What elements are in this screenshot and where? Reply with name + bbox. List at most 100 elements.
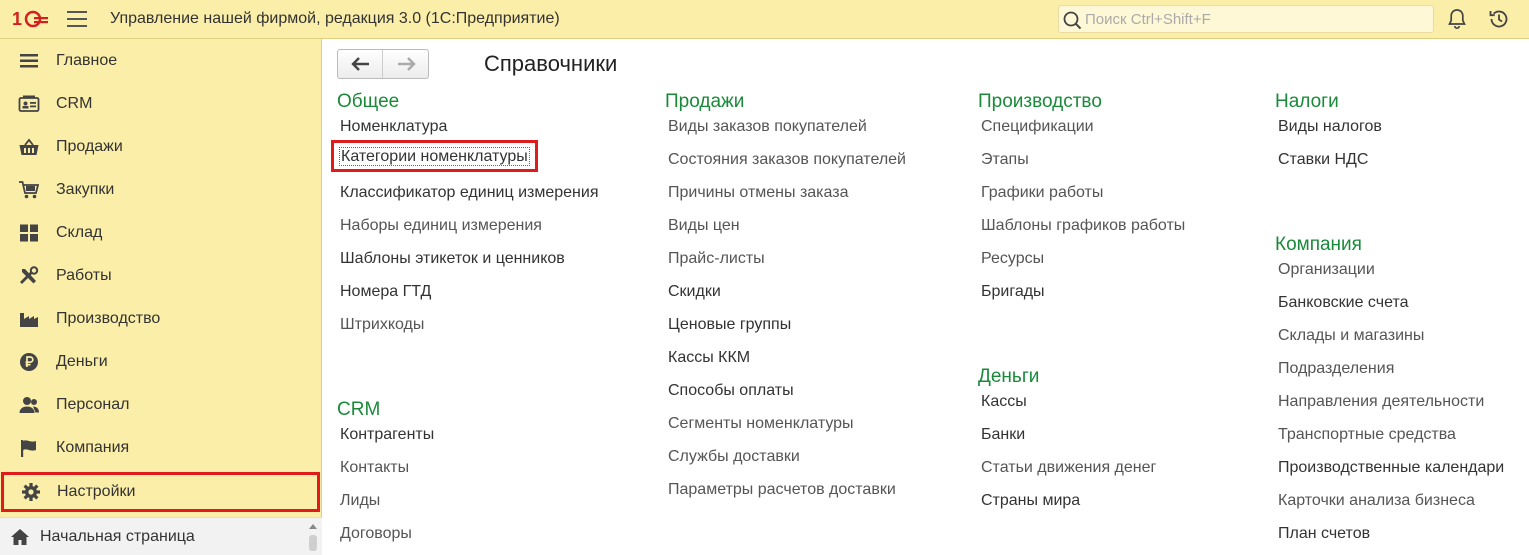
link-order-states[interactable]: Состояния заказов покупателей bbox=[668, 151, 906, 169]
link-order-types[interactable]: Виды заказов покупателей bbox=[668, 118, 867, 136]
sidebar-item-sales[interactable]: Продажи bbox=[0, 127, 322, 167]
scroll-up-icon[interactable] bbox=[309, 524, 317, 529]
sidebar-item-label: Компания bbox=[56, 439, 130, 456]
menu-icon[interactable] bbox=[67, 11, 87, 27]
svg-text:1: 1 bbox=[12, 9, 22, 29]
link-price-lists[interactable]: Прайс-листы bbox=[668, 250, 765, 268]
link-specifications[interactable]: Спецификации bbox=[981, 118, 1094, 136]
section-title-general: Общее bbox=[337, 91, 400, 112]
sidebar-item-label: Главное bbox=[56, 52, 118, 69]
link-cancel-reasons[interactable]: Причины отмены заказа bbox=[668, 184, 848, 202]
link-discounts[interactable]: Скидки bbox=[668, 283, 721, 301]
section-title-crm: CRM bbox=[337, 399, 381, 420]
tools-icon bbox=[20, 266, 39, 284]
link-price-groups[interactable]: Ценовые группы bbox=[668, 316, 791, 334]
link-cash-flow-items[interactable]: Статьи движения денег bbox=[981, 459, 1156, 477]
sidebar-item-money[interactable]: Деньги bbox=[0, 342, 322, 382]
link-teams[interactable]: Бригады bbox=[981, 283, 1045, 301]
link-counterparties[interactable]: Контрагенты bbox=[340, 426, 434, 444]
link-unit-sets[interactable]: Наборы единиц измерения bbox=[340, 217, 542, 235]
link-leads[interactable]: Лиды bbox=[340, 492, 380, 510]
link-contracts[interactable]: Договоры bbox=[340, 525, 412, 543]
people-icon bbox=[19, 397, 39, 413]
arrow-right-icon bbox=[398, 57, 416, 71]
cart-icon bbox=[19, 181, 40, 199]
link-departments[interactable]: Подразделения bbox=[1278, 360, 1394, 378]
link-nomenclature-segments[interactable]: Сегменты номенклатуры bbox=[668, 415, 854, 433]
sidebar-item-label: Склад bbox=[56, 224, 103, 241]
sidebar-item-label: Закупки bbox=[56, 181, 115, 198]
link-barcodes[interactable]: Штрихкоды bbox=[340, 316, 424, 334]
home-page-label: Начальная страница bbox=[40, 528, 195, 545]
contact-card-icon bbox=[18, 95, 40, 112]
bell-icon[interactable] bbox=[1445, 7, 1469, 31]
scroll-thumb[interactable] bbox=[309, 535, 317, 551]
history-nav bbox=[337, 49, 429, 79]
sidebar-item-settings[interactable]: Настройки bbox=[1, 472, 320, 512]
page-title: Справочники bbox=[484, 51, 618, 76]
sidebar-item-personnel[interactable]: Персонал bbox=[0, 385, 322, 425]
link-label-templates[interactable]: Шаблоны этикеток и ценников bbox=[340, 250, 565, 268]
sidebar-item-label: CRM bbox=[56, 95, 93, 112]
section-title-taxes: Налоги bbox=[1275, 91, 1339, 112]
back-button[interactable] bbox=[338, 50, 383, 78]
factory-icon bbox=[20, 313, 38, 327]
link-tax-types[interactable]: Виды налогов bbox=[1278, 118, 1382, 136]
app-title: Управление нашей фирмой, редакция 3.0 (1… bbox=[110, 10, 560, 27]
link-resources[interactable]: Ресурсы bbox=[981, 250, 1044, 268]
link-payment-methods[interactable]: Способы оплаты bbox=[668, 382, 794, 400]
link-warehouses-stores[interactable]: Склады и магазины bbox=[1278, 327, 1424, 345]
search-box[interactable] bbox=[1058, 5, 1434, 33]
ruble-coin-icon bbox=[20, 353, 38, 371]
1c-logo[interactable]: 1 bbox=[12, 8, 48, 30]
sidebar-item-warehouse[interactable]: Склад bbox=[0, 213, 322, 253]
link-countries[interactable]: Страны мира bbox=[981, 492, 1080, 510]
sidebar-item-production[interactable]: Производство bbox=[0, 299, 322, 339]
warehouse-grid-icon bbox=[20, 224, 38, 242]
search-icon bbox=[1063, 11, 1082, 30]
sidebar-item-works[interactable]: Работы bbox=[0, 256, 322, 296]
sidebar-item-purchases[interactable]: Закупки bbox=[0, 170, 322, 210]
flag-icon bbox=[21, 440, 36, 457]
history-icon[interactable] bbox=[1487, 7, 1511, 31]
link-banks[interactable]: Банки bbox=[981, 426, 1025, 444]
link-business-lines[interactable]: Направления деятельности bbox=[1278, 393, 1484, 411]
list-icon bbox=[20, 54, 38, 68]
link-delivery-services[interactable]: Службы доставки bbox=[668, 448, 800, 466]
sidebar: Главное CRM Продажи Закупки Склад Работы… bbox=[0, 39, 322, 555]
sidebar-item-crm[interactable]: CRM bbox=[0, 84, 322, 124]
link-schedule-templates[interactable]: Шаблоны графиков работы bbox=[981, 217, 1185, 235]
home-page-tab[interactable]: Начальная страница bbox=[0, 517, 322, 555]
sidebar-item-label: Работы bbox=[56, 267, 112, 284]
link-gtd-numbers[interactable]: Номера ГТД bbox=[340, 283, 431, 301]
link-production-calendars[interactable]: Производственные календари bbox=[1278, 459, 1504, 477]
home-icon bbox=[11, 529, 29, 545]
section-title-production: Производство bbox=[978, 91, 1102, 112]
link-organizations[interactable]: Организации bbox=[1278, 261, 1375, 279]
link-work-schedules[interactable]: Графики работы bbox=[981, 184, 1103, 202]
section-title-money: Деньги bbox=[978, 366, 1040, 387]
link-bank-accounts[interactable]: Банковские счета bbox=[1278, 294, 1408, 312]
arrow-left-icon bbox=[351, 57, 369, 71]
link-delivery-parameters[interactable]: Параметры расчетов доставки bbox=[668, 481, 896, 499]
link-label: Категории номенклатуры bbox=[339, 147, 530, 166]
link-nomenclature[interactable]: Номенклатура bbox=[340, 118, 447, 136]
link-contacts[interactable]: Контакты bbox=[340, 459, 409, 477]
sidebar-item-label: Производство bbox=[56, 310, 161, 327]
link-chart-of-accounts[interactable]: План счетов bbox=[1278, 525, 1370, 543]
sidebar-item-label: Персонал bbox=[56, 396, 130, 413]
link-units-classifier[interactable]: Классификатор единиц измерения bbox=[340, 184, 599, 202]
link-vehicles[interactable]: Транспортные средства bbox=[1278, 426, 1456, 444]
link-business-analysis-cards[interactable]: Карточки анализа бизнеса bbox=[1278, 492, 1475, 510]
link-vat-rates[interactable]: Ставки НДС bbox=[1278, 151, 1368, 169]
sidebar-item-company[interactable]: Компания bbox=[0, 428, 322, 468]
link-cash-registers[interactable]: Кассы ККМ bbox=[668, 349, 750, 367]
scrollbar[interactable] bbox=[308, 522, 318, 554]
sidebar-item-main[interactable]: Главное bbox=[0, 41, 322, 81]
search-input[interactable] bbox=[1085, 8, 1425, 30]
link-stages[interactable]: Этапы bbox=[981, 151, 1029, 169]
link-price-types[interactable]: Виды цен bbox=[668, 217, 740, 235]
link-nomenclature-categories[interactable]: Категории номенклатуры bbox=[331, 140, 538, 172]
forward-button[interactable] bbox=[384, 50, 429, 78]
link-cash-desks[interactable]: Кассы bbox=[981, 393, 1027, 411]
